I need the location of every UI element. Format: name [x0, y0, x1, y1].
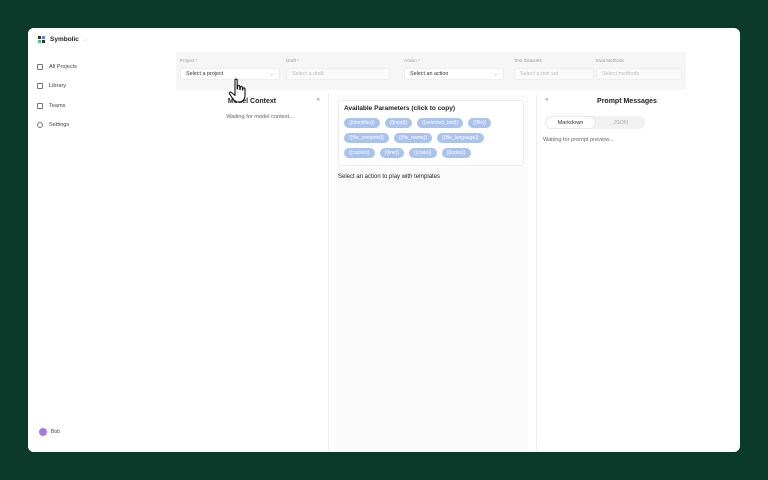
- gear-icon: [37, 122, 43, 129]
- grid-icon: [37, 63, 43, 70]
- action-field: Action * Select an action ⌄: [404, 58, 504, 80]
- collapse-left-icon[interactable]: «: [317, 97, 320, 103]
- eval-methods-select[interactable]: Select methods: [596, 68, 682, 80]
- action-hint: Select an action to play with templates: [338, 174, 441, 180]
- model-context-status: Waiting for model context...: [226, 114, 294, 120]
- parameter-chip[interactable]: {{todos}}: [441, 148, 471, 158]
- test-datasets-field: Test Datasets Select a test set: [514, 58, 594, 80]
- tab-json[interactable]: JSON: [596, 116, 645, 129]
- app-window: Symbolic ↕ All Projects Library Teams Se…: [28, 28, 740, 452]
- parameters-card: Available Parameters (click to copy) {{i…: [338, 100, 524, 166]
- sidebar-nav: All Projects Library Teams Settings: [37, 57, 77, 135]
- parameter-chip[interactable]: {{file_language}}: [437, 133, 484, 143]
- parameter-chip[interactable]: {{selected_text}}: [417, 118, 464, 128]
- model-context-panel: Model Context « Waiting for model contex…: [176, 94, 329, 452]
- sidebar-item-settings[interactable]: Settings: [37, 116, 77, 136]
- parameter-chip[interactable]: {{identifier}}: [344, 118, 380, 128]
- user-name: Bob: [51, 429, 60, 435]
- eval-methods-field: Eval Methods Select methods: [596, 58, 682, 80]
- project-field: Project * Select a project ⌄: [180, 58, 280, 80]
- action-select[interactable]: Select an action ⌄: [404, 68, 504, 80]
- tab-markdown[interactable]: Markdown: [545, 116, 596, 129]
- eval-methods-label: Eval Methods: [596, 58, 624, 63]
- parameter-chip[interactable]: {{file_contents}}: [344, 133, 389, 143]
- switch-icon[interactable]: ↕: [84, 37, 87, 43]
- sidebar-item-all-projects[interactable]: All Projects: [37, 57, 77, 77]
- prompt-preview-status: Waiting for prompt preview...: [543, 137, 614, 143]
- hand-pointer-icon: [228, 78, 246, 103]
- book-icon: [37, 83, 43, 90]
- users-icon: [37, 102, 43, 109]
- chevron-down-icon: ⌄: [269, 71, 274, 77]
- app-header[interactable]: Symbolic ↕: [38, 36, 86, 43]
- action-label: Action *: [404, 58, 420, 63]
- chevron-down-icon: ⌄: [493, 71, 498, 77]
- parameters-panel: Available Parameters (click to copy) {{i…: [334, 94, 528, 452]
- test-datasets-label: Test Datasets: [514, 58, 542, 63]
- sidebar-item-label: Settings: [49, 122, 70, 129]
- parameter-chip[interactable]: {{code}}: [409, 148, 437, 158]
- test-datasets-select-value: Select a test set: [520, 71, 559, 77]
- test-datasets-select[interactable]: Select a test set: [514, 68, 594, 80]
- parameter-chip[interactable]: {{cursor}}: [344, 148, 375, 158]
- sidebar-item-label: Library: [49, 83, 67, 90]
- avatar: [39, 428, 47, 436]
- parameter-chip[interactable]: {{file_name}}: [393, 133, 433, 143]
- logo-icon: [38, 36, 45, 43]
- eval-methods-select-value: Select methods: [602, 71, 640, 77]
- sidebar-item-library[interactable]: Library: [37, 77, 77, 97]
- collapse-right-icon[interactable]: »: [545, 97, 548, 103]
- project-label: Project *: [180, 58, 198, 63]
- parameter-chip[interactable]: {{line}}: [379, 148, 405, 158]
- prompt-messages-title: Prompt Messages: [597, 97, 657, 105]
- sidebar: Symbolic ↕ All Projects Library Teams Se…: [28, 28, 168, 452]
- sidebar-item-label: All Projects: [49, 63, 77, 70]
- parameters-title: Available Parameters (click to copy): [344, 105, 456, 112]
- app-title: Symbolic: [50, 36, 79, 43]
- parameter-chip[interactable]: {{input}}: [384, 118, 413, 128]
- action-select-value: Select an action: [410, 71, 449, 77]
- parameter-chip[interactable]: {{file}}: [468, 118, 492, 128]
- sidebar-item-label: Teams: [49, 102, 66, 109]
- project-select-value: Select a project: [186, 71, 224, 77]
- draft-field: Draft * Select a draft: [286, 58, 390, 80]
- format-tabs: Markdown JSON: [545, 116, 645, 129]
- user-menu[interactable]: Bob: [39, 428, 60, 436]
- model-context-header: Model Context «: [176, 94, 328, 108]
- parameter-chips: {{identifier}} {{input}} {{selected_text…: [344, 118, 518, 158]
- prompt-messages-panel: » Prompt Messages Markdown JSON Waiting …: [536, 94, 687, 452]
- draft-label: Draft *: [286, 58, 300, 63]
- selector-bar: Project * Select a project ⌄ Draft * Sel…: [176, 52, 686, 90]
- draft-select-value: Select a draft: [292, 71, 324, 77]
- sidebar-item-teams[interactable]: Teams: [37, 96, 77, 116]
- draft-select[interactable]: Select a draft: [286, 68, 390, 80]
- prompt-messages-header: » Prompt Messages: [537, 94, 687, 108]
